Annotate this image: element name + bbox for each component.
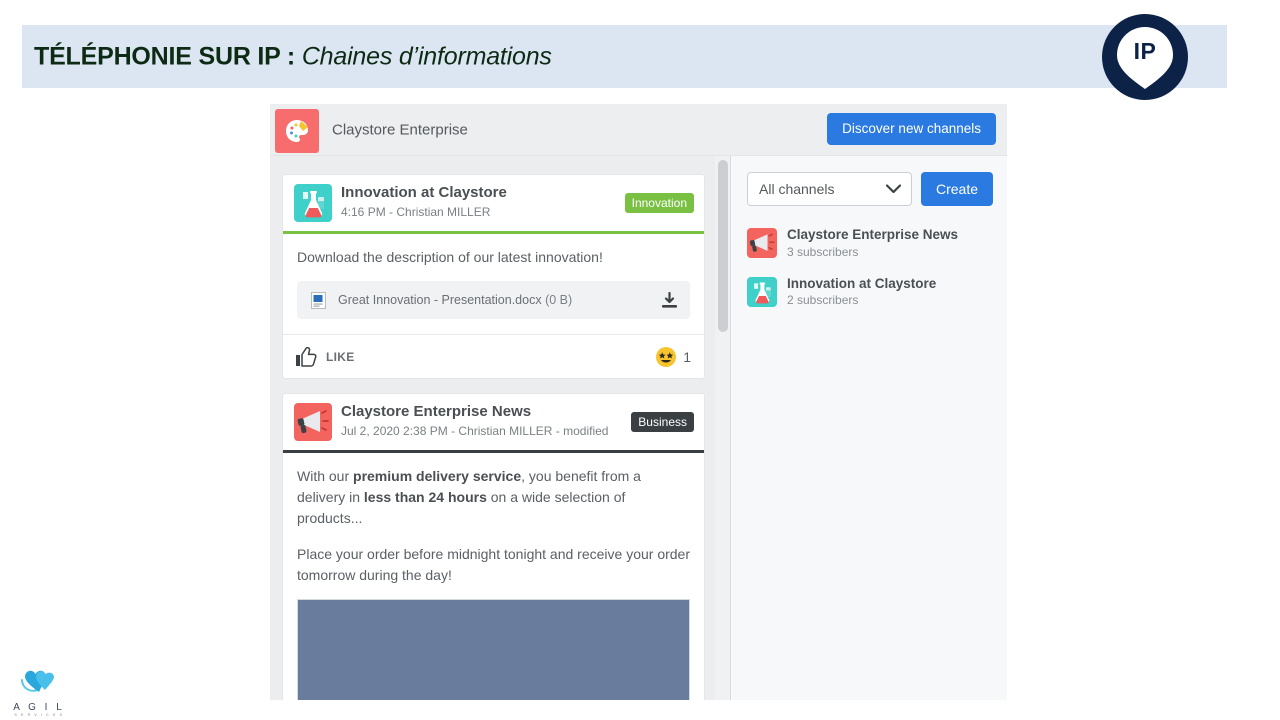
agil-logo-name: A G I L — [13, 702, 65, 713]
sidebar-controls: All channels Create — [747, 172, 993, 206]
post-paragraph-1: With our premium delivery service, you b… — [297, 466, 690, 529]
megaphone-icon — [747, 227, 777, 258]
post-body: Download the description of our latest i… — [283, 234, 704, 334]
channel-name: Innovation at Claystore — [787, 275, 937, 291]
chevron-down-icon — [885, 184, 901, 194]
agil-logo-tagline: S E R V I C E S — [14, 713, 64, 717]
thumbs-up-icon — [296, 346, 317, 367]
post-title: Innovation at Claystore — [341, 184, 507, 202]
text-bold-fragment: premium delivery service — [353, 468, 522, 484]
palette-icon — [286, 120, 308, 142]
channel-name: Claystore Enterprise News — [787, 227, 959, 242]
post-title: Claystore Enterprise News — [341, 403, 532, 421]
post-card: Innovation at Claystore 4:16 PM - Christ… — [282, 174, 705, 379]
post-subtitle: Jul 2, 2020 2:38 PM - Christian MILLER -… — [341, 424, 609, 439]
post-header: Claystore Enterprise News Jul 2, 2020 2:… — [283, 394, 704, 450]
status-badge[interactable]: Business — [631, 412, 694, 432]
channels-sidebar: All channels Create Claystore Enterprise… — [731, 156, 1007, 700]
app-header: Claystore Enterprise Discover new channe… — [270, 104, 1007, 156]
claystore-app-window: Claystore Enterprise Discover new channe… — [270, 104, 1007, 700]
like-button[interactable]: LIKE — [296, 346, 355, 367]
reaction-count: 1 — [683, 348, 691, 365]
app-body: Innovation at Claystore 4:16 PM - Christ… — [270, 156, 1007, 700]
text-bold-fragment: less than 24 hours — [363, 489, 487, 505]
post-subtitle: 4:16 PM - Christian MILLER — [341, 205, 491, 220]
agil-heart-icon — [21, 670, 54, 692]
ip-logo: IP — [1102, 14, 1188, 100]
agil-logo: A G I L S E R V I C E S — [10, 666, 68, 717]
channel-subscribers: 3 subscribers — [787, 244, 859, 259]
post-text: Download the description of our latest i… — [297, 249, 603, 265]
feed-scrollbar-thumb[interactable] — [718, 160, 728, 332]
page-title: TÉLÉPHONIE SUR IP : Chaines d’informatio… — [34, 42, 552, 71]
star-struck-emoji — [656, 346, 677, 367]
feed-pane: Innovation at Claystore 4:16 PM - Christ… — [270, 156, 715, 700]
attachment-filename: Great Innovation - Presentation.docx — [338, 292, 542, 307]
discover-new-channels-button[interactable]: Discover new channels — [827, 113, 996, 145]
slide-header-band: TÉLÉPHONIE SUR IP : Chaines d’informatio… — [22, 25, 1227, 88]
channel-filter-value: All channels — [759, 181, 835, 197]
attachment-size: (0 B) — [545, 292, 573, 307]
reaction-summary[interactable]: 1 — [656, 346, 691, 367]
attachment-row[interactable]: Great Innovation - Presentation.docx (0 … — [297, 281, 690, 319]
lab-flask-icon — [747, 276, 777, 307]
post-paragraph-2: Place your order before midnight tonight… — [297, 546, 690, 583]
create-channel-button[interactable]: Create — [920, 172, 993, 206]
megaphone-icon — [294, 403, 332, 441]
post-body: With our premium delivery service, you b… — [283, 453, 704, 599]
status-badge[interactable]: Innovation — [624, 193, 694, 213]
channel-filter-select[interactable]: All channels — [747, 172, 912, 206]
docx-file-icon — [311, 291, 326, 309]
post-image — [297, 599, 690, 700]
channel-subscribers: 2 subscribers — [787, 293, 859, 308]
post-footer: LIKE 1 — [283, 334, 704, 378]
post-header: Innovation at Claystore 4:16 PM - Christ… — [283, 175, 704, 231]
download-icon[interactable] — [661, 291, 678, 309]
feed-scrollbar[interactable] — [715, 156, 731, 700]
app-logo — [275, 109, 319, 153]
lab-flask-icon — [294, 184, 332, 222]
ip-logo-label: IP — [1133, 38, 1157, 64]
page-title-italic: Chaines d’informations — [301, 42, 552, 70]
text-fragment: With our — [297, 468, 354, 484]
page-title-bold: TÉLÉPHONIE SUR IP : — [34, 42, 296, 70]
list-item[interactable]: Innovation at Claystore 2 subscribers — [747, 269, 993, 315]
list-item[interactable]: Claystore Enterprise News 3 subscribers — [747, 220, 993, 266]
post-card: Claystore Enterprise News Jul 2, 2020 2:… — [282, 393, 705, 700]
like-label: LIKE — [326, 349, 355, 364]
app-name: Claystore Enterprise — [332, 121, 468, 138]
